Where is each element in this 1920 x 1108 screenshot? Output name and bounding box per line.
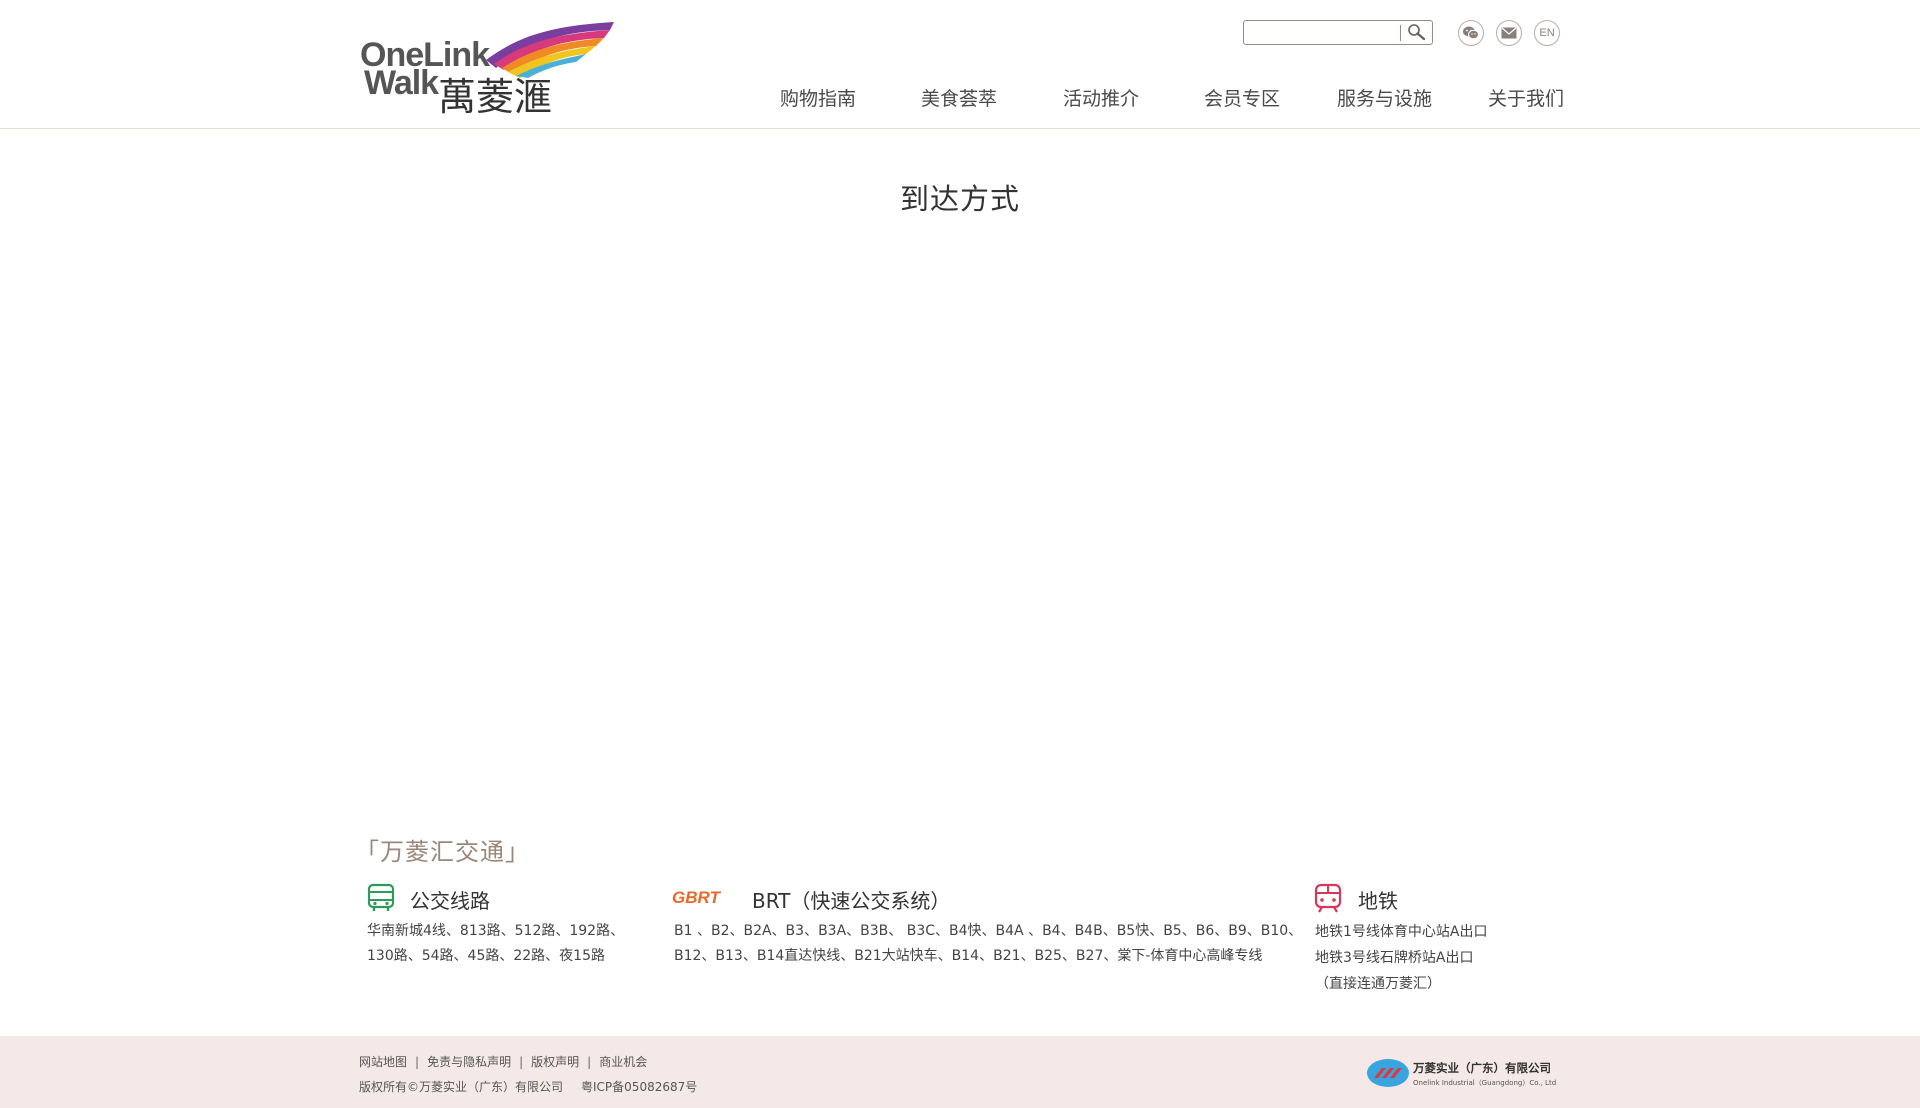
footer-link-disclaimer[interactable]: 免责与隐私声明 bbox=[427, 1055, 511, 1069]
metro-icon bbox=[1314, 883, 1342, 913]
nav-item-dining[interactable]: 美食荟萃 bbox=[921, 84, 997, 111]
copyright-text: 版权所有©万菱实业（广东）有限公司 粤ICP备05082687号 bbox=[359, 1078, 697, 1095]
bus-icon bbox=[367, 883, 395, 911]
metro-line-2: 地铁3号线石牌桥站A出口 bbox=[1315, 950, 1474, 966]
metro-section: 地铁 地铁1号线体育中心站A出口 地铁3号线石牌桥站A出口 （直接连通万菱汇） bbox=[1314, 883, 1574, 993]
bus-line-2: 130路、54路、45路、22路、夜15路 bbox=[367, 948, 605, 964]
footer-separator: | bbox=[415, 1055, 420, 1069]
company-logo-icon bbox=[1367, 1059, 1409, 1087]
bus-section: 公交线路 华南新城4线、813路、512路、192路、 130路、54路、45路… bbox=[367, 883, 657, 973]
mail-icon bbox=[1501, 27, 1517, 39]
page-title: 到达方式 bbox=[899, 182, 1020, 216]
transport-heading: 「万菱汇交通」 bbox=[355, 838, 530, 866]
main-nav: 购物指南 美食荟萃 活动推介 会员专区 服务与设施 关于我们 bbox=[780, 84, 1564, 112]
footer-link-sitemap[interactable]: 网站地图 bbox=[359, 1055, 407, 1069]
mail-button[interactable] bbox=[1496, 20, 1522, 46]
logo-text-walk: Walk bbox=[364, 64, 439, 102]
footer-links: 网站地图 | 免责与隐私声明 | 版权声明 | 商业机会 bbox=[359, 1053, 647, 1070]
brt-lines: B1 、B2、B2A、B3、B3A、B3B、 B3C、B4快、B4A 、B4、B… bbox=[674, 919, 1302, 969]
nav-item-events[interactable]: 活动推介 bbox=[1063, 84, 1139, 111]
nav-item-services[interactable]: 服务与设施 bbox=[1337, 84, 1432, 111]
company-name-en: Onelink Industrial（Guangdong）Co., Ltd bbox=[1413, 1079, 1557, 1087]
site-header: OneLink Walk 萬菱滙 EN 购物指南 美食荟萃 活动推介 会员专区 … bbox=[0, 0, 1920, 129]
onelink-walk-logo[interactable]: OneLink Walk 萬菱滙 bbox=[358, 18, 614, 119]
search-button[interactable] bbox=[1404, 22, 1430, 43]
logo-text-chinese: 萬菱滙 bbox=[438, 75, 553, 119]
brt-line-2: B12、B13、B14直达快线、B21大站快车、B14、B21、B25、B27、… bbox=[674, 948, 1263, 964]
metro-line-1: 地铁1号线体育中心站A出口 bbox=[1315, 924, 1488, 940]
search-input[interactable] bbox=[1248, 23, 1398, 42]
company-name-cn: 万菱实业（广东）有限公司 bbox=[1413, 1061, 1551, 1075]
bus-line-1: 华南新城4线、813路、512路、192路、 bbox=[367, 923, 625, 939]
search-divider bbox=[1400, 25, 1401, 41]
metro-line-3: （直接连通万菱汇） bbox=[1315, 976, 1441, 992]
nav-item-shopping-guide[interactable]: 购物指南 bbox=[780, 84, 856, 111]
language-switch-en[interactable]: EN bbox=[1534, 20, 1560, 46]
copyright-owner: 版权所有©万菱实业（广东）有限公司 bbox=[359, 1080, 564, 1094]
icp-number: 粤ICP备05082687号 bbox=[581, 1080, 698, 1094]
bus-lines: 华南新城4线、813路、512路、192路、 130路、54路、45路、22路、… bbox=[367, 919, 624, 969]
brt-line-1: B1 、B2、B2A、B3、B3A、B3B、 B3C、B4快、B4A 、B4、B… bbox=[674, 923, 1303, 939]
gbrt-logo-icon: GBRT bbox=[672, 888, 721, 907]
bus-title: 公交线路 bbox=[410, 889, 490, 913]
metro-title: 地铁 bbox=[1358, 889, 1398, 913]
gbrt-logo-text: GBRT bbox=[672, 888, 721, 907]
nav-item-members[interactable]: 会员专区 bbox=[1204, 84, 1280, 111]
search-box bbox=[1243, 20, 1433, 45]
footer-link-copyright[interactable]: 版权声明 bbox=[531, 1055, 579, 1069]
footer-separator: | bbox=[519, 1055, 524, 1069]
search-icon bbox=[1408, 24, 1426, 41]
footer-separator: | bbox=[587, 1055, 592, 1069]
wechat-button[interactable] bbox=[1458, 20, 1484, 46]
metro-lines: 地铁1号线体育中心站A出口 地铁3号线石牌桥站A出口 （直接连通万菱汇） bbox=[1315, 919, 1487, 997]
footer-link-business[interactable]: 商业机会 bbox=[599, 1055, 647, 1069]
wechat-icon bbox=[1463, 26, 1479, 40]
brt-title: BRT（快速公交系统） bbox=[752, 889, 951, 913]
brt-section: GBRT BRT（快速公交系统） B1 、B2、B2A、B3、B3A、B3B、 … bbox=[672, 883, 1302, 973]
nav-item-about-us[interactable]: 关于我们 bbox=[1488, 84, 1564, 111]
company-logo: 万菱实业（广东）有限公司 Onelink Industrial（Guangdon… bbox=[1366, 1058, 1558, 1092]
site-footer: 网站地图 | 免责与隐私声明 | 版权声明 | 商业机会 版权所有©万菱实业（广东）有限公司… bbox=[0, 1036, 1920, 1108]
